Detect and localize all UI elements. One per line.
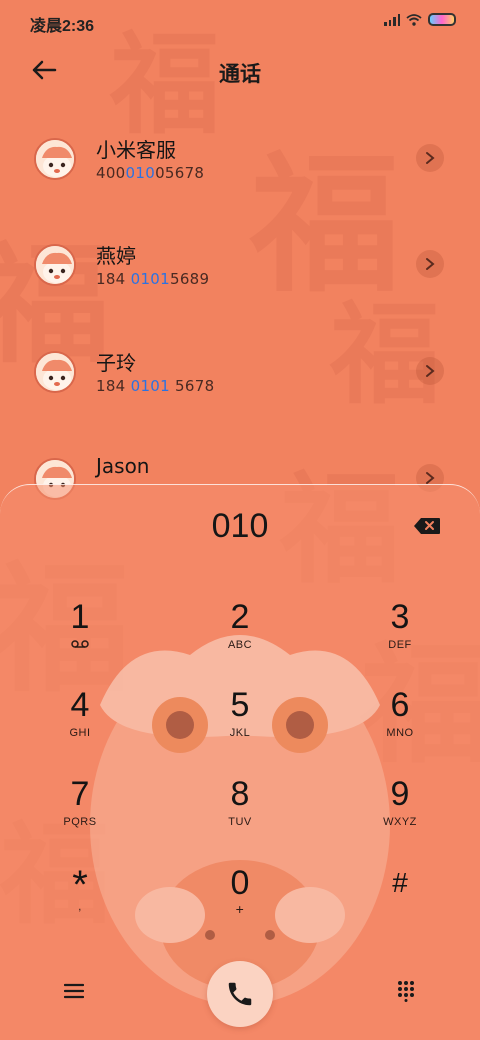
dialpad-icon bbox=[398, 981, 414, 1002]
avatar bbox=[34, 351, 76, 393]
avatar bbox=[34, 138, 76, 180]
key-6[interactable]: 6 MNO bbox=[345, 685, 455, 757]
key-9[interactable]: 9 WXYZ bbox=[345, 774, 455, 846]
number-match-highlight: 0101 bbox=[130, 377, 170, 395]
contact-name: 小米客服 bbox=[96, 138, 176, 162]
chevron-right-icon bbox=[426, 365, 435, 377]
avatar bbox=[34, 244, 76, 286]
menu-icon bbox=[64, 983, 84, 999]
status-icons bbox=[384, 13, 456, 26]
contact-number: 184 0101 5678 bbox=[96, 377, 215, 395]
number-match-highlight: 0101 bbox=[130, 270, 170, 288]
contact-number: 40001005678 bbox=[96, 164, 205, 182]
voicemail-icon bbox=[25, 639, 135, 652]
key-1[interactable]: 1 bbox=[25, 597, 135, 669]
contact-number: 184 01015689 bbox=[96, 270, 210, 288]
chevron-right-icon bbox=[426, 472, 435, 484]
status-bar: 凌晨2:36 bbox=[0, 0, 480, 42]
key-8[interactable]: 8 TUV bbox=[185, 774, 295, 846]
contact-row[interactable]: 燕婷 184 01015689 bbox=[0, 244, 480, 344]
contact-row[interactable]: 子玲 184 0101 5678 bbox=[0, 351, 480, 451]
key-star[interactable]: * , bbox=[25, 863, 135, 935]
contact-name: 燕婷 bbox=[96, 244, 136, 268]
key-7[interactable]: 7 PQRS bbox=[25, 774, 135, 846]
contact-detail-button[interactable] bbox=[416, 250, 444, 278]
lion-avatar-icon bbox=[36, 246, 74, 284]
chevron-right-icon bbox=[426, 258, 435, 270]
contact-name: Jason bbox=[96, 454, 150, 478]
phone-icon bbox=[228, 982, 252, 1006]
key-3[interactable]: 3 DEF bbox=[345, 597, 455, 669]
battery-icon bbox=[428, 13, 456, 26]
wifi-icon bbox=[406, 13, 422, 26]
page-title: 通话 bbox=[219, 62, 261, 86]
key-4[interactable]: 4 GHI bbox=[25, 685, 135, 757]
chevron-right-icon bbox=[426, 152, 435, 164]
key-0[interactable]: 0 + bbox=[185, 863, 295, 935]
lion-avatar-icon bbox=[36, 140, 74, 178]
contact-detail-button[interactable] bbox=[416, 144, 444, 172]
backspace-icon bbox=[414, 518, 440, 534]
keypad-toggle-button[interactable] bbox=[388, 973, 424, 1009]
backspace-button[interactable] bbox=[412, 515, 442, 537]
dial-number-display: 010 bbox=[211, 507, 269, 545]
number-match-highlight: 010 bbox=[125, 164, 156, 182]
key-2[interactable]: 2 ABC bbox=[185, 597, 295, 669]
contact-name: 子玲 bbox=[96, 351, 136, 375]
menu-button[interactable] bbox=[56, 973, 92, 1009]
lion-avatar-icon bbox=[36, 353, 74, 391]
call-button[interactable] bbox=[207, 961, 273, 1027]
dialer-panel: 010 1 2 ABC 3 DEF 4 GHI 5 JKL 6 MNO 7 PQ… bbox=[0, 484, 480, 1040]
key-5[interactable]: 5 JKL bbox=[185, 685, 295, 757]
key-hash[interactable]: # bbox=[345, 863, 455, 935]
signal-icon bbox=[384, 13, 400, 26]
header: 通话 bbox=[0, 50, 480, 90]
status-time: 凌晨2:36 bbox=[30, 18, 95, 35]
contact-detail-button[interactable] bbox=[416, 357, 444, 385]
contact-row[interactable]: 小米客服 40001005678 bbox=[0, 138, 480, 238]
